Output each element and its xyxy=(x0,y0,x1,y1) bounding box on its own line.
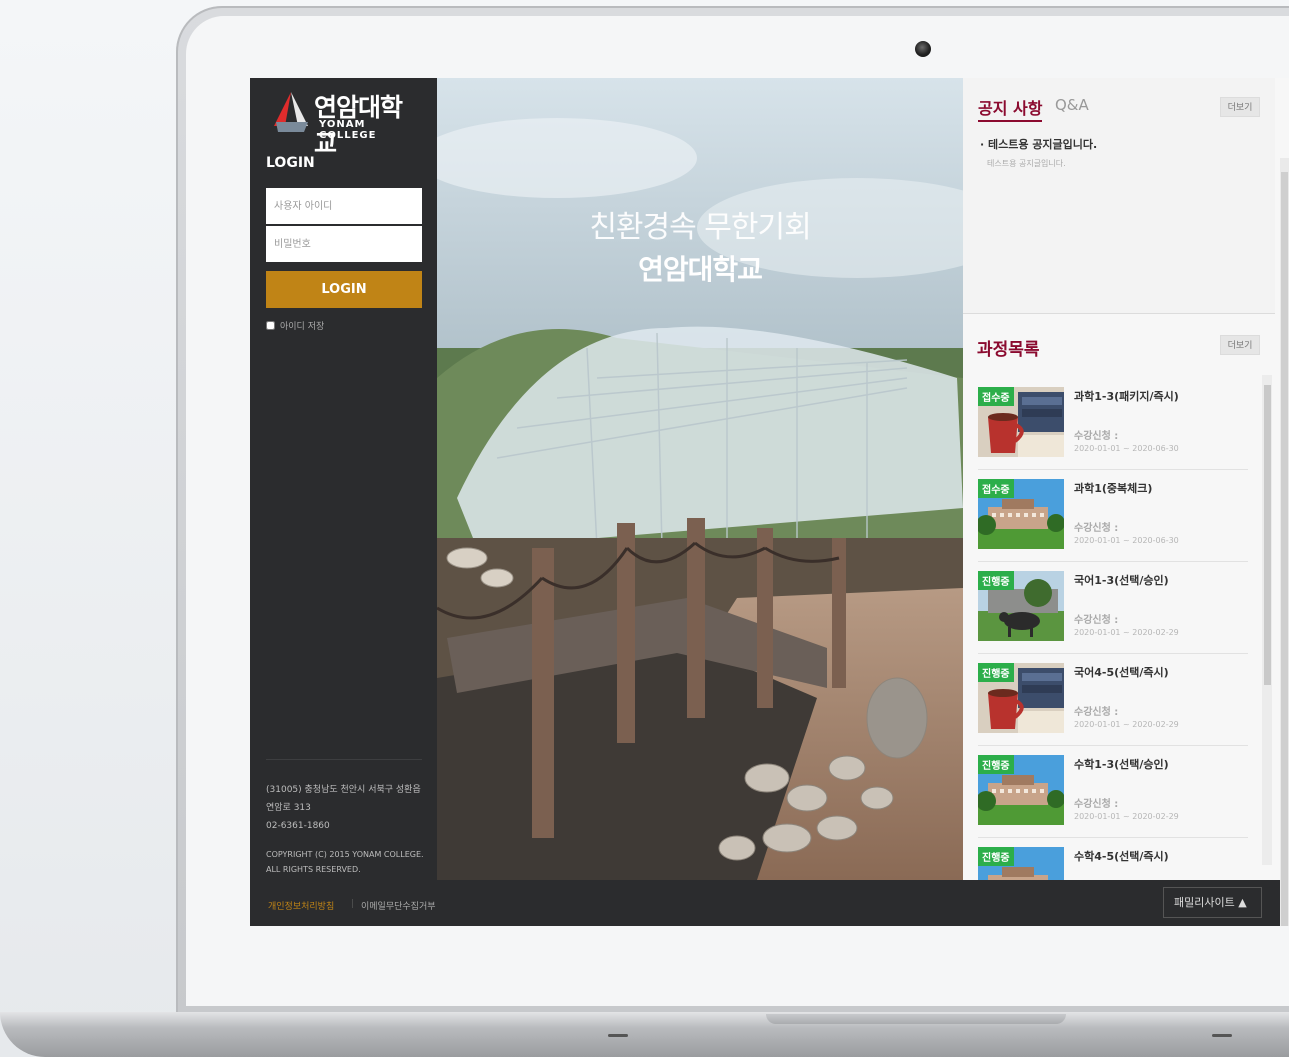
course-thumbnail[interactable]: 진행중 xyxy=(978,571,1064,641)
course-item[interactable]: 진행중 국어4-5(선택/즉시) 수강신청 : 2020-01-01 ~ 2020-0… xyxy=(978,654,1248,746)
status-badge: 진행중 xyxy=(978,755,1014,774)
laptop-notch xyxy=(766,1014,1066,1024)
login-title: LOGIN xyxy=(266,155,315,171)
course-scrollbar-thumb[interactable] xyxy=(1264,385,1271,685)
enroll-period: 2020-01-01 ~ 2020-02-29 xyxy=(1074,720,1179,729)
enroll-label: 수강신청 : xyxy=(1074,707,1119,718)
course-title[interactable]: 국어1-3(선택/승인) xyxy=(1074,572,1169,588)
enroll-period: 2020-01-01 ~ 2020-06-30 xyxy=(1074,536,1179,545)
remember-id-label: 아이디 저장 xyxy=(280,322,325,332)
enroll-label: 수강신청 : xyxy=(1074,799,1119,810)
privacy-policy-link[interactable]: 개인정보처리방침 xyxy=(268,899,334,912)
course-item[interactable]: 접수중 과학1(중복체크) 수강신청 : 2020-01-01 ~ 2020-06-3… xyxy=(978,470,1248,562)
logo-mark-icon xyxy=(274,92,308,132)
course-thumbnail[interactable]: 접수중 xyxy=(978,387,1064,457)
course-thumbnail[interactable]: 진행중 xyxy=(978,663,1064,733)
logo-name-en: YONAM COLLEGE xyxy=(319,119,377,141)
course-item[interactable]: 진행중 수학1-3(선택/승인) 수강신청 : 2020-01-01 ~ 2020-0… xyxy=(978,746,1248,838)
tab-notice[interactable]: 공지 사항 xyxy=(978,95,1043,122)
hero-slogan: 친환경속 무한기회 xyxy=(589,210,811,245)
enroll-label: 수강신청 : xyxy=(1074,431,1119,442)
right-panel: 공지 사항 Q&A 더보기 · 테스트용 공지글입니다. 테스트용 공지글입니다… xyxy=(963,78,1289,880)
course-item[interactable]: 진행중 국어1-3(선택/승인) 수강신청 : 2020-01-01 ~ 2020-0… xyxy=(978,562,1248,654)
notice-item-preview[interactable]: 테스트용 공지글입니다. xyxy=(987,158,1066,169)
course-list-title: 과정목록 xyxy=(977,340,1040,360)
course-title[interactable]: 과학1-3(패키지/즉시) xyxy=(1074,388,1179,404)
remember-id-checkbox[interactable] xyxy=(266,321,275,330)
copyright-line2: ALL RIGHTS RESERVED. xyxy=(266,865,361,874)
camera-icon xyxy=(915,41,931,57)
enroll-period: 2020-01-01 ~ 2020-06-30 xyxy=(1074,444,1179,453)
enroll-label: 수강신청 : xyxy=(1074,523,1119,534)
user-id-input[interactable] xyxy=(266,188,422,224)
notice-item-title[interactable]: · 테스트용 공지글입니다. xyxy=(980,136,1097,152)
hero-school-name: 연암대학교 xyxy=(638,253,763,286)
laptop-foot xyxy=(1212,1034,1232,1037)
status-badge: 접수중 xyxy=(978,387,1014,406)
course-more-button[interactable]: 더보기 xyxy=(1220,335,1260,355)
course-thumbnail[interactable]: 접수중 xyxy=(978,479,1064,549)
copyright-line1: COPYRIGHT (C) 2015 YONAM COLLEGE. xyxy=(266,850,424,859)
phone-text: 02-6361-1860 xyxy=(266,821,330,831)
course-title[interactable]: 수학1-3(선택/승인) xyxy=(1074,756,1169,772)
email-policy-link[interactable]: 이메일무단수집거부 xyxy=(361,899,436,912)
enroll-period: 2020-01-01 ~ 2020-02-29 xyxy=(1074,812,1179,821)
course-list: 접수중 과학1-3(패키지/즉시) 수강신청 : 2020-01-01 ~ 2020-… xyxy=(978,378,1248,880)
status-badge: 진행중 xyxy=(978,847,1014,866)
status-badge: 진행중 xyxy=(978,663,1014,682)
address: (31005) 충청남도 천안시 서북구 성환읍 연암로 313 02-6361… xyxy=(266,781,426,835)
copyright: COPYRIGHT (C) 2015 YONAM COLLEGE. ALL RI… xyxy=(266,847,426,877)
notice-more-button[interactable]: 더보기 xyxy=(1220,97,1260,117)
course-title[interactable]: 수학4-5(선택/즉시) xyxy=(1074,848,1169,864)
divider xyxy=(266,759,422,760)
status-badge: 진행중 xyxy=(978,571,1014,590)
course-title[interactable]: 국어4-5(선택/즉시) xyxy=(1074,664,1169,680)
address-text: (31005) 충청남도 천안시 서북구 성환읍 연암로 313 xyxy=(266,785,421,813)
page: 연암대학교 YONAM COLLEGE LOGIN LOGIN 아이디 저장 (… xyxy=(0,0,1289,1057)
logo[interactable]: 연암대학교 YONAM COLLEGE xyxy=(274,86,414,158)
course-thumbnail[interactable]: 진행중 xyxy=(978,755,1064,825)
course-item[interactable]: 진행중 수학4-5(선택/즉시) xyxy=(978,838,1248,880)
course-item[interactable]: 접수중 과학1-3(패키지/즉시) 수강신청 : 2020-01-01 ~ 2020-… xyxy=(978,378,1248,470)
laptop-foot xyxy=(608,1034,628,1037)
sidebar: 연암대학교 YONAM COLLEGE LOGIN LOGIN 아이디 저장 (… xyxy=(250,78,437,880)
course-title[interactable]: 과학1(중복체크) xyxy=(1074,480,1152,496)
page-scrollbar-thumb[interactable] xyxy=(1281,172,1288,926)
course-thumbnail[interactable]: 진행중 xyxy=(978,847,1064,880)
footer-separator: | xyxy=(351,899,355,909)
status-badge: 접수중 xyxy=(978,479,1014,498)
password-input[interactable] xyxy=(266,226,422,262)
notice-section: 공지 사항 Q&A 더보기 · 테스트용 공지글입니다. 테스트용 공지글입니다… xyxy=(963,78,1275,314)
remember-id[interactable]: 아이디 저장 xyxy=(266,319,324,332)
screen: 연암대학교 YONAM COLLEGE LOGIN LOGIN 아이디 저장 (… xyxy=(250,78,1289,926)
family-site-select[interactable]: 패밀리사이트 ▲ xyxy=(1163,887,1262,918)
tab-qna[interactable]: Q&A xyxy=(1055,96,1089,114)
hero-image: 친환경속 무한기회 연암대학교 xyxy=(437,78,963,880)
laptop-base xyxy=(0,1012,1289,1057)
login-button[interactable]: LOGIN xyxy=(266,271,422,308)
enroll-label: 수강신청 : xyxy=(1074,615,1119,626)
hero-illustration xyxy=(437,78,963,880)
footer: 개인정보처리방침 | 이메일무단수집거부 패밀리사이트 ▲ xyxy=(250,880,1289,926)
enroll-period: 2020-01-01 ~ 2020-02-29 xyxy=(1074,628,1179,637)
